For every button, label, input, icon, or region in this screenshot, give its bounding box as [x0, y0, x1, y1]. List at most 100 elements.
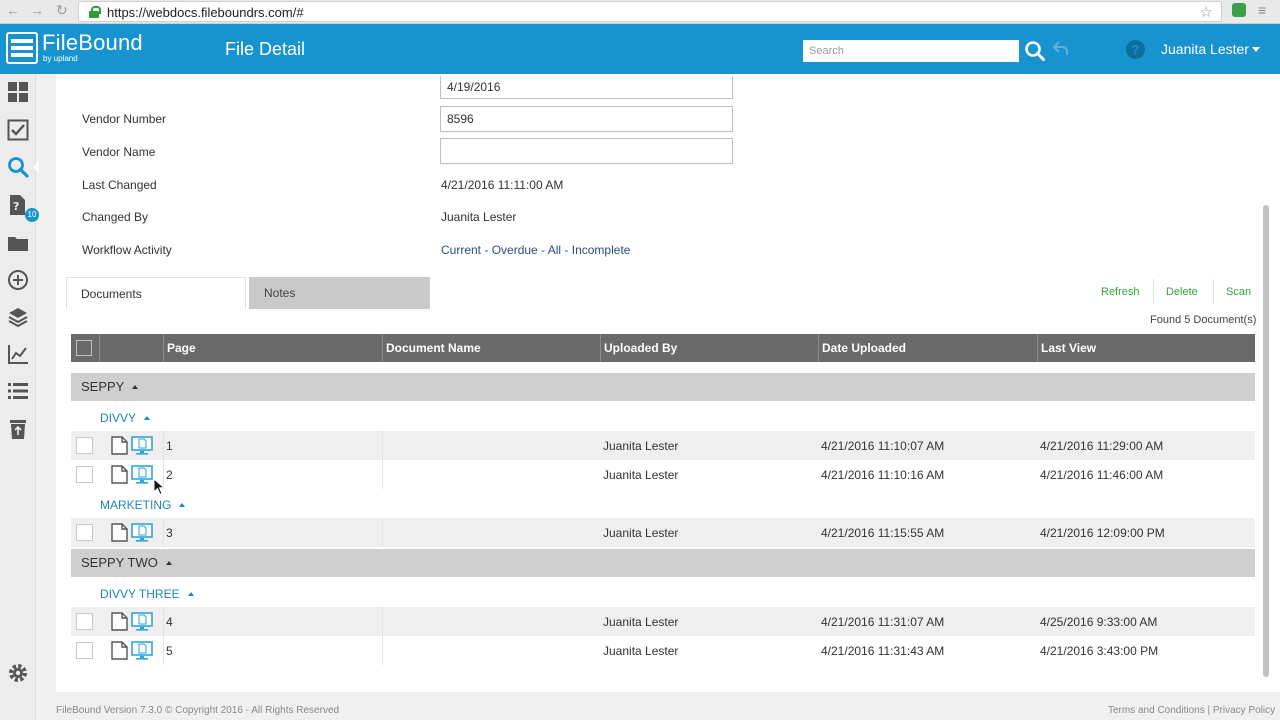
scan-button[interactable]: Scan — [1226, 286, 1251, 298]
viewer-monitor-icon[interactable] — [131, 641, 153, 660]
vertical-scrollbar[interactable] — [1263, 205, 1269, 677]
help-icon[interactable]: ? — [1126, 40, 1145, 59]
document-icon[interactable] — [111, 523, 128, 542]
last-changed-value: 4/21/2016 11:11:00 AM — [441, 178, 564, 192]
subgroup-marketing[interactable]: MARKETING — [100, 498, 186, 512]
browser-reload-icon[interactable]: ↻ — [56, 2, 68, 19]
refresh-button[interactable]: Refresh — [1101, 286, 1140, 298]
date-field-partial[interactable] — [440, 76, 733, 99]
layers-icon[interactable] — [7, 306, 29, 328]
reports-chart-icon[interactable] — [7, 343, 29, 365]
viewer-monitor-icon[interactable] — [131, 612, 153, 631]
viewer-monitor-icon[interactable] — [131, 523, 153, 542]
cell-uploaded-by: Juanita Lester — [603, 468, 679, 482]
logo-subtext: by upland — [43, 54, 78, 63]
extension-icon[interactable] — [1232, 3, 1246, 17]
tasks-check-icon[interactable] — [7, 119, 29, 141]
user-menu[interactable]: Juanita Lester — [1161, 41, 1249, 57]
cell-date-uploaded: 4/21/2016 11:10:16 AM — [821, 468, 945, 482]
file-detail-panel: Vendor Number Vendor Name Last Changed 4… — [56, 74, 1280, 692]
column-date-uploaded[interactable]: Date Uploaded — [818, 334, 1037, 362]
document-icon[interactable] — [111, 436, 128, 455]
browser-menu-icon[interactable]: ≡ — [1258, 2, 1266, 18]
group-row-seppy[interactable]: SEPPY — [71, 373, 1255, 401]
caret-up-icon — [165, 561, 172, 565]
vendor-number-field[interactable] — [440, 106, 733, 132]
unassigned-count-badge: 10 — [25, 208, 39, 222]
undo-back-icon[interactable] — [1052, 39, 1072, 61]
tab-documents[interactable]: Documents — [66, 277, 246, 309]
found-count: Found 5 Document(s) — [1150, 314, 1257, 326]
vendor-name-field[interactable] — [440, 138, 733, 164]
browser-toolbar: ← → ↻ https://webdocs.fileboundrs.com/# … — [0, 0, 1280, 24]
document-icon[interactable] — [111, 465, 128, 484]
recycle-bin-icon[interactable] — [7, 418, 29, 440]
workflow-link-current[interactable]: Current — [441, 243, 481, 257]
workflow-activity-label: Workflow Activity — [82, 243, 172, 257]
search-input[interactable] — [803, 40, 1019, 62]
row-checkbox[interactable] — [76, 524, 93, 541]
group-row-seppy-two[interactable]: SEPPY TWO — [71, 549, 1255, 577]
changed-by-value: Juanita Lester — [441, 210, 517, 224]
list-icon[interactable] — [7, 380, 29, 402]
cell-last-view: 4/21/2016 3:43:00 PM — [1040, 644, 1159, 658]
cell-page: 3 — [166, 526, 173, 540]
app-header: FileBound by upland File Detail ? Juanit… — [0, 24, 1280, 74]
column-page[interactable]: Page — [163, 334, 382, 362]
column-uploaded-by[interactable]: Uploaded By — [600, 334, 818, 362]
action-divider — [1153, 279, 1154, 304]
action-divider — [1213, 279, 1214, 304]
url-text: https://webdocs.fileboundrs.com/# — [107, 5, 304, 20]
document-icon[interactable] — [111, 641, 128, 660]
select-all-checkbox[interactable] — [76, 340, 92, 356]
add-circle-icon[interactable] — [7, 269, 29, 291]
caret-up-icon — [144, 416, 151, 420]
filebound-logo-icon — [6, 32, 38, 64]
bookmark-star-icon[interactable]: ☆ — [1200, 3, 1213, 21]
document-icon[interactable] — [111, 612, 128, 631]
viewer-monitor-icon[interactable] — [131, 436, 153, 455]
viewer-monitor-icon[interactable] — [131, 465, 153, 484]
subgroup-divvy-three[interactable]: DIVVY THREE — [100, 587, 194, 601]
gear-icon[interactable] — [7, 662, 29, 684]
column-document-name[interactable]: Document Name — [382, 334, 600, 362]
svg-text:?: ? — [13, 200, 19, 213]
cell-date-uploaded: 4/21/2016 11:10:07 AM — [821, 439, 945, 453]
page-title: File Detail — [225, 39, 306, 59]
active-indicator — [33, 160, 39, 174]
table-row[interactable]: 4 Juanita Lester 4/21/2016 11:31:07 AM 4… — [71, 607, 1255, 636]
folder-icon[interactable] — [7, 232, 29, 254]
tab-notes[interactable]: Notes — [249, 277, 430, 309]
row-checkbox[interactable] — [76, 437, 93, 454]
subgroup-divvy[interactable]: DIVVY — [100, 411, 151, 425]
address-bar[interactable]: https://webdocs.fileboundrs.com/# ☆ — [78, 1, 1222, 22]
logo-text: FileBound — [42, 30, 143, 55]
table-row[interactable]: 3 Juanita Lester 4/21/2016 11:15:55 AM 4… — [71, 518, 1255, 547]
row-checkbox[interactable] — [76, 642, 93, 659]
row-checkbox[interactable] — [76, 466, 93, 483]
table-row[interactable]: 1 Juanita Lester 4/21/2016 11:10:07 AM 4… — [71, 431, 1255, 460]
cell-page: 1 — [166, 439, 173, 453]
cell-last-view: 4/21/2016 11:29:00 AM — [1040, 439, 1164, 453]
terms-link[interactable]: Terms and Conditions — [1108, 705, 1205, 716]
browser-back-icon[interactable]: ← — [6, 2, 20, 18]
dashboard-icon[interactable] — [7, 81, 29, 103]
chevron-down-icon[interactable] — [1252, 47, 1260, 52]
workflow-link-incomplete[interactable]: Incomplete — [572, 243, 631, 257]
column-last-view[interactable]: Last View — [1037, 334, 1255, 362]
table-row[interactable]: 5 Juanita Lester 4/21/2016 11:31:43 AM 4… — [71, 636, 1255, 665]
search-icon[interactable] — [7, 156, 29, 178]
workflow-link-all[interactable]: All — [548, 243, 561, 257]
search-icon[interactable] — [1024, 40, 1046, 62]
cell-page: 5 — [166, 644, 173, 658]
cell-last-view: 4/21/2016 11:46:00 AM — [1040, 468, 1164, 482]
row-checkbox[interactable] — [76, 613, 93, 630]
group-label: SEPPY TWO — [81, 555, 172, 570]
browser-forward-icon[interactable]: → — [30, 2, 44, 18]
delete-button[interactable]: Delete — [1166, 286, 1198, 298]
table-row[interactable]: 2 Juanita Lester 4/21/2016 11:10:16 AM 4… — [71, 460, 1255, 489]
cell-page: 2 — [166, 468, 173, 482]
caret-up-icon — [187, 592, 194, 596]
workflow-link-overdue[interactable]: Overdue — [492, 243, 538, 257]
privacy-link[interactable]: Privacy Policy — [1213, 705, 1275, 716]
